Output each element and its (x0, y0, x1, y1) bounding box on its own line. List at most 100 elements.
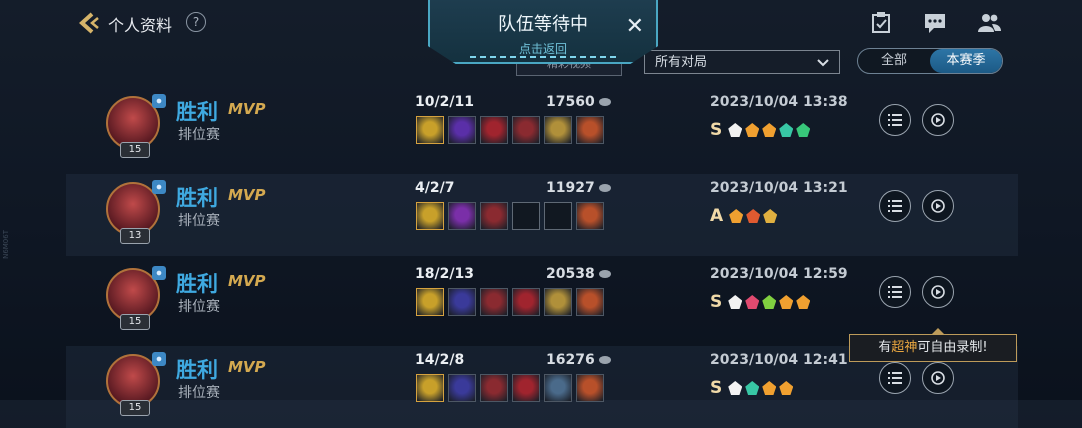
badge-list: A (710, 206, 778, 226)
list-icon (888, 200, 902, 212)
item-list (416, 288, 604, 316)
item-icon (448, 374, 476, 402)
item-icon (448, 116, 476, 144)
mvp-label: MVP (228, 100, 266, 118)
queue-title: 队伍等待中 (498, 14, 588, 35)
item-list (416, 116, 604, 144)
hero-avatar: 15 (106, 266, 166, 330)
replay-button[interactable] (922, 104, 954, 136)
achievement-badge-icon (728, 295, 743, 309)
match-detail-button[interactable] (879, 362, 911, 394)
close-icon[interactable]: ✕ (626, 16, 644, 38)
hero-level: 15 (120, 314, 150, 330)
score: 16276 (546, 352, 611, 368)
achievement-badge-icon (746, 209, 761, 223)
match-result: 胜利 (176, 186, 218, 210)
match-detail-button[interactable] (879, 104, 911, 136)
match-detail-button[interactable] (879, 276, 911, 308)
badge-list: S (710, 378, 794, 398)
match-filter-select[interactable]: 所有对局 (644, 50, 840, 74)
replay-icon (931, 113, 945, 127)
match-detail-button[interactable] (879, 190, 911, 222)
chat-icon[interactable] (922, 10, 948, 36)
score-value: 11927 (546, 180, 595, 196)
back-arrow-icon[interactable] (76, 10, 102, 36)
score: 17560 (546, 94, 611, 110)
item-icon (416, 202, 444, 230)
item-icon (544, 374, 572, 402)
item-icon (576, 202, 604, 230)
match-date: 2023/10/04 12:41 (710, 352, 848, 368)
queue-progress-dashes (470, 56, 616, 58)
match-mode: 排位赛 (178, 385, 220, 401)
achievement-badge-icon (779, 295, 794, 309)
empty-item-slot (512, 202, 540, 230)
kda: 18/2/13 (415, 266, 474, 282)
achievement-badge-icon (796, 123, 811, 137)
score-value: 16276 (546, 352, 595, 368)
achievement-badge-icon (745, 381, 760, 395)
coin-icon (598, 270, 611, 278)
match-row[interactable]: 15 胜利 MVP 排位赛 18/2/13 20538 2023/10/04 1… (66, 260, 1018, 342)
match-result: 胜利 (176, 358, 218, 382)
replay-button[interactable] (922, 362, 954, 394)
achievement-badge-icon (779, 123, 794, 137)
match-result: 胜利 (176, 272, 218, 296)
party-icon (152, 180, 166, 194)
achievement-badge-icon (745, 295, 760, 309)
item-icon (512, 116, 540, 144)
list-icon (888, 114, 902, 126)
hero-level: 13 (120, 228, 150, 244)
match-date: 2023/10/04 12:59 (710, 266, 848, 282)
replay-button[interactable] (922, 190, 954, 222)
match-filter-value: 所有对局 (655, 55, 708, 70)
help-icon[interactable]: ? (186, 12, 206, 32)
match-mode: 排位赛 (178, 299, 220, 315)
replay-button[interactable] (922, 276, 954, 308)
mvp-label: MVP (228, 272, 266, 290)
coin-icon (598, 98, 611, 106)
queue-return-link[interactable]: 点击返回 (430, 40, 656, 57)
replay-icon (931, 285, 945, 299)
tooltip-suffix: 可自由录制! (917, 340, 988, 355)
match-grade: A (710, 206, 724, 226)
match-row[interactable]: 13 胜利 MVP 排位赛 4/2/7 11927 2023/10/04 13:… (66, 174, 1018, 256)
item-icon (416, 288, 444, 316)
party-icon (152, 352, 166, 366)
achievement-badge-icon (762, 123, 777, 137)
season-toggle[interactable]: 全部 本赛季 (857, 48, 1003, 74)
achievement-badge-icon (763, 209, 778, 223)
friends-icon[interactable] (976, 10, 1002, 36)
match-row[interactable]: 15 胜利 MVP 排位赛 10/2/11 17560 2023/10/04 1… (66, 88, 1018, 170)
toggle-season[interactable]: 本赛季 (930, 49, 1002, 73)
list-icon (888, 286, 902, 298)
item-icon (512, 288, 540, 316)
hero-avatar: 15 (106, 94, 166, 158)
score: 20538 (546, 266, 611, 282)
match-date: 2023/10/04 13:38 (710, 94, 848, 110)
list-icon (888, 372, 902, 384)
item-icon (480, 288, 508, 316)
coin-icon (598, 356, 611, 364)
replay-icon (931, 199, 945, 213)
match-date: 2023/10/04 13:21 (710, 180, 848, 196)
hero-level: 15 (120, 142, 150, 158)
score-value: 17560 (546, 94, 595, 110)
queue-panel[interactable]: 队伍等待中 点击返回 ✕ (428, 0, 658, 64)
item-icon (576, 116, 604, 144)
achievement-icon[interactable] (868, 10, 894, 36)
item-icon (448, 288, 476, 316)
achievement-badge-icon (745, 123, 760, 137)
match-grade: S (710, 292, 723, 312)
tooltip-highlight: 超神 (891, 340, 918, 355)
match-grade: S (710, 120, 723, 140)
item-icon (480, 116, 508, 144)
match-result: 胜利 (176, 100, 218, 124)
toggle-all[interactable]: 全部 (858, 49, 930, 73)
achievement-badge-icon (796, 295, 811, 309)
item-icon (544, 116, 572, 144)
item-icon (576, 288, 604, 316)
chevron-down-icon (817, 59, 829, 67)
achievement-badge-icon (728, 123, 743, 137)
achievement-badge-icon (728, 381, 743, 395)
